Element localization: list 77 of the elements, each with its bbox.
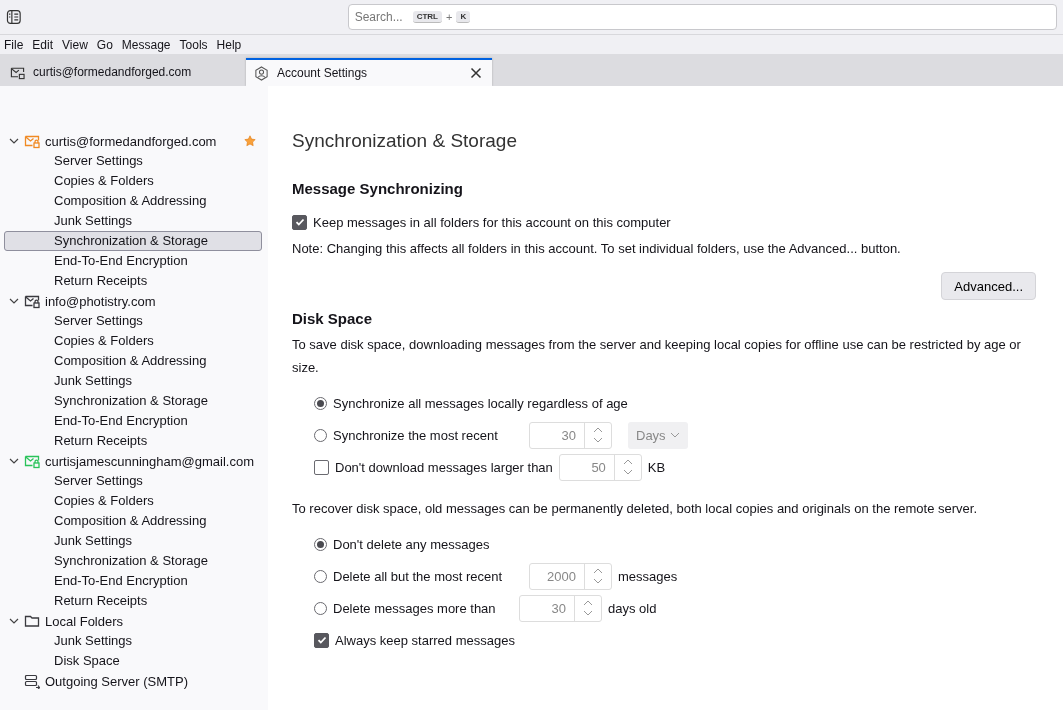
sidebar-item[interactable]: Server Settings bbox=[4, 311, 262, 331]
keyboard-key: K bbox=[456, 11, 471, 23]
option-label: Don't download messages larger than bbox=[335, 459, 553, 475]
chevron-icon[interactable] bbox=[9, 456, 19, 466]
sidebar-item[interactable]: Return Receipts bbox=[4, 271, 262, 291]
sidebar-item[interactable]: Copies & Folders bbox=[4, 331, 262, 351]
account-item[interactable]: info@photistry.com bbox=[0, 291, 268, 311]
account-item[interactable]: Local Folders bbox=[0, 611, 268, 631]
sidebar-item[interactable]: Copies & Folders bbox=[4, 171, 262, 191]
tab[interactable]: curtis@formedandforged.com bbox=[2, 58, 232, 86]
sidebar-item[interactable]: Composition & Addressing bbox=[4, 351, 262, 371]
description-text: To save disk space, downloading messages from the server and keeping local copies for offline use can be restricted by age or size. bbox=[292, 336, 1022, 377]
option-label: Delete messages more than bbox=[333, 600, 497, 616]
section-heading: Message Synchronizing bbox=[292, 180, 464, 197]
sidebar-item[interactable]: Synchronization & Storage bbox=[4, 391, 262, 411]
option-label: Always keep starred messages bbox=[335, 632, 515, 648]
option-label: Synchronize the most recent bbox=[333, 427, 499, 443]
server-icon bbox=[24, 673, 40, 689]
sidebar-item[interactable]: Composition & Addressing bbox=[4, 191, 262, 211]
checkbox[interactable] bbox=[314, 632, 329, 648]
account-item[interactable]: curtisjamescunningham@gmail.com bbox=[0, 451, 268, 471]
account-item[interactable]: Outgoing Server (SMTP) bbox=[0, 671, 268, 691]
mail-account-icon bbox=[24, 133, 40, 149]
sidebar-item[interactable]: Server Settings bbox=[4, 151, 262, 171]
checkbox[interactable] bbox=[314, 459, 329, 475]
search-field[interactable]: Search... CTRL + K bbox=[347, 4, 1057, 30]
checkbox[interactable] bbox=[292, 214, 307, 230]
menu-item[interactable]: Go bbox=[96, 37, 113, 52]
unit-label: messages bbox=[618, 568, 678, 584]
keyboard-key: CTRL bbox=[412, 11, 442, 23]
menu-item[interactable]: View bbox=[62, 37, 88, 52]
sidebar-item[interactable]: Server Settings bbox=[4, 471, 262, 491]
sidebar-item[interactable]: Synchronization & Storage bbox=[4, 231, 262, 251]
account-icon bbox=[254, 65, 269, 81]
sidebar-toggle-icon[interactable] bbox=[6, 9, 22, 25]
sidebar-item[interactable]: End-To-End Encryption bbox=[4, 571, 262, 591]
menu-item[interactable]: Message bbox=[121, 37, 171, 52]
sidebar-item[interactable]: End-To-End Encryption bbox=[4, 411, 262, 431]
section-heading: Disk Space bbox=[292, 310, 374, 327]
sidebar-item[interactable]: Composition & Addressing bbox=[4, 511, 262, 531]
sidebar-item[interactable]: Junk Settings bbox=[4, 531, 262, 551]
option-label: Delete all but the most recent bbox=[333, 568, 504, 584]
tab[interactable]: Account Settings bbox=[246, 58, 492, 86]
menu-item[interactable]: File bbox=[4, 37, 24, 52]
checkmark-icon bbox=[293, 216, 306, 228]
close-icon[interactable] bbox=[470, 67, 482, 79]
plus-sign: + bbox=[446, 11, 453, 23]
sidebar-item[interactable]: Junk Settings bbox=[4, 211, 262, 231]
checkmark-icon bbox=[315, 634, 328, 646]
menu-item[interactable]: Tools bbox=[179, 37, 208, 52]
folder-icon bbox=[24, 613, 40, 629]
description-text: To recover disk space, old messages can be permanently deleted, both local copies and originals on the remote server. bbox=[292, 500, 979, 518]
account-item[interactable]: curtis@formedandforged.com bbox=[0, 131, 268, 151]
menu-item[interactable]: Edit bbox=[32, 37, 54, 52]
mail-account-icon bbox=[24, 453, 40, 469]
page-title: Synchronization & Storage bbox=[292, 130, 518, 152]
option-label: Don't delete any messages bbox=[333, 536, 490, 552]
note-text: Note: Changing this affects all folders in this account. To set individual folders, use the Advanced... button. bbox=[292, 241, 902, 256]
unit-label: days old bbox=[608, 600, 657, 616]
advanced-button[interactable]: Advanced... bbox=[941, 272, 1036, 300]
menu-item[interactable]: Help bbox=[216, 37, 242, 52]
sidebar-item[interactable]: Return Receipts bbox=[4, 431, 262, 451]
sidebar-item[interactable]: End-To-End Encryption bbox=[4, 251, 262, 271]
unit-label: KB bbox=[647, 459, 666, 475]
sidebar-item[interactable]: Synchronization & Storage bbox=[4, 551, 262, 571]
caret-icon bbox=[669, 432, 680, 438]
sidebar-item[interactable]: Return Receipts bbox=[4, 591, 262, 611]
option-label: Synchronize all messages locally regardless of age bbox=[333, 395, 628, 411]
sidebar-item[interactable]: Disk Space bbox=[4, 651, 262, 671]
sidebar-item[interactable]: Junk Settings bbox=[4, 631, 262, 651]
chevron-icon[interactable] bbox=[9, 296, 19, 306]
chevron-icon[interactable] bbox=[9, 136, 19, 146]
chevron-icon[interactable] bbox=[9, 616, 19, 626]
sidebar-item[interactable]: Copies & Folders bbox=[4, 491, 262, 511]
mail-account-icon bbox=[24, 293, 40, 309]
option-label: Keep messages in all folders for this account on this computer bbox=[313, 214, 671, 230]
sidebar-item[interactable]: Junk Settings bbox=[4, 371, 262, 391]
